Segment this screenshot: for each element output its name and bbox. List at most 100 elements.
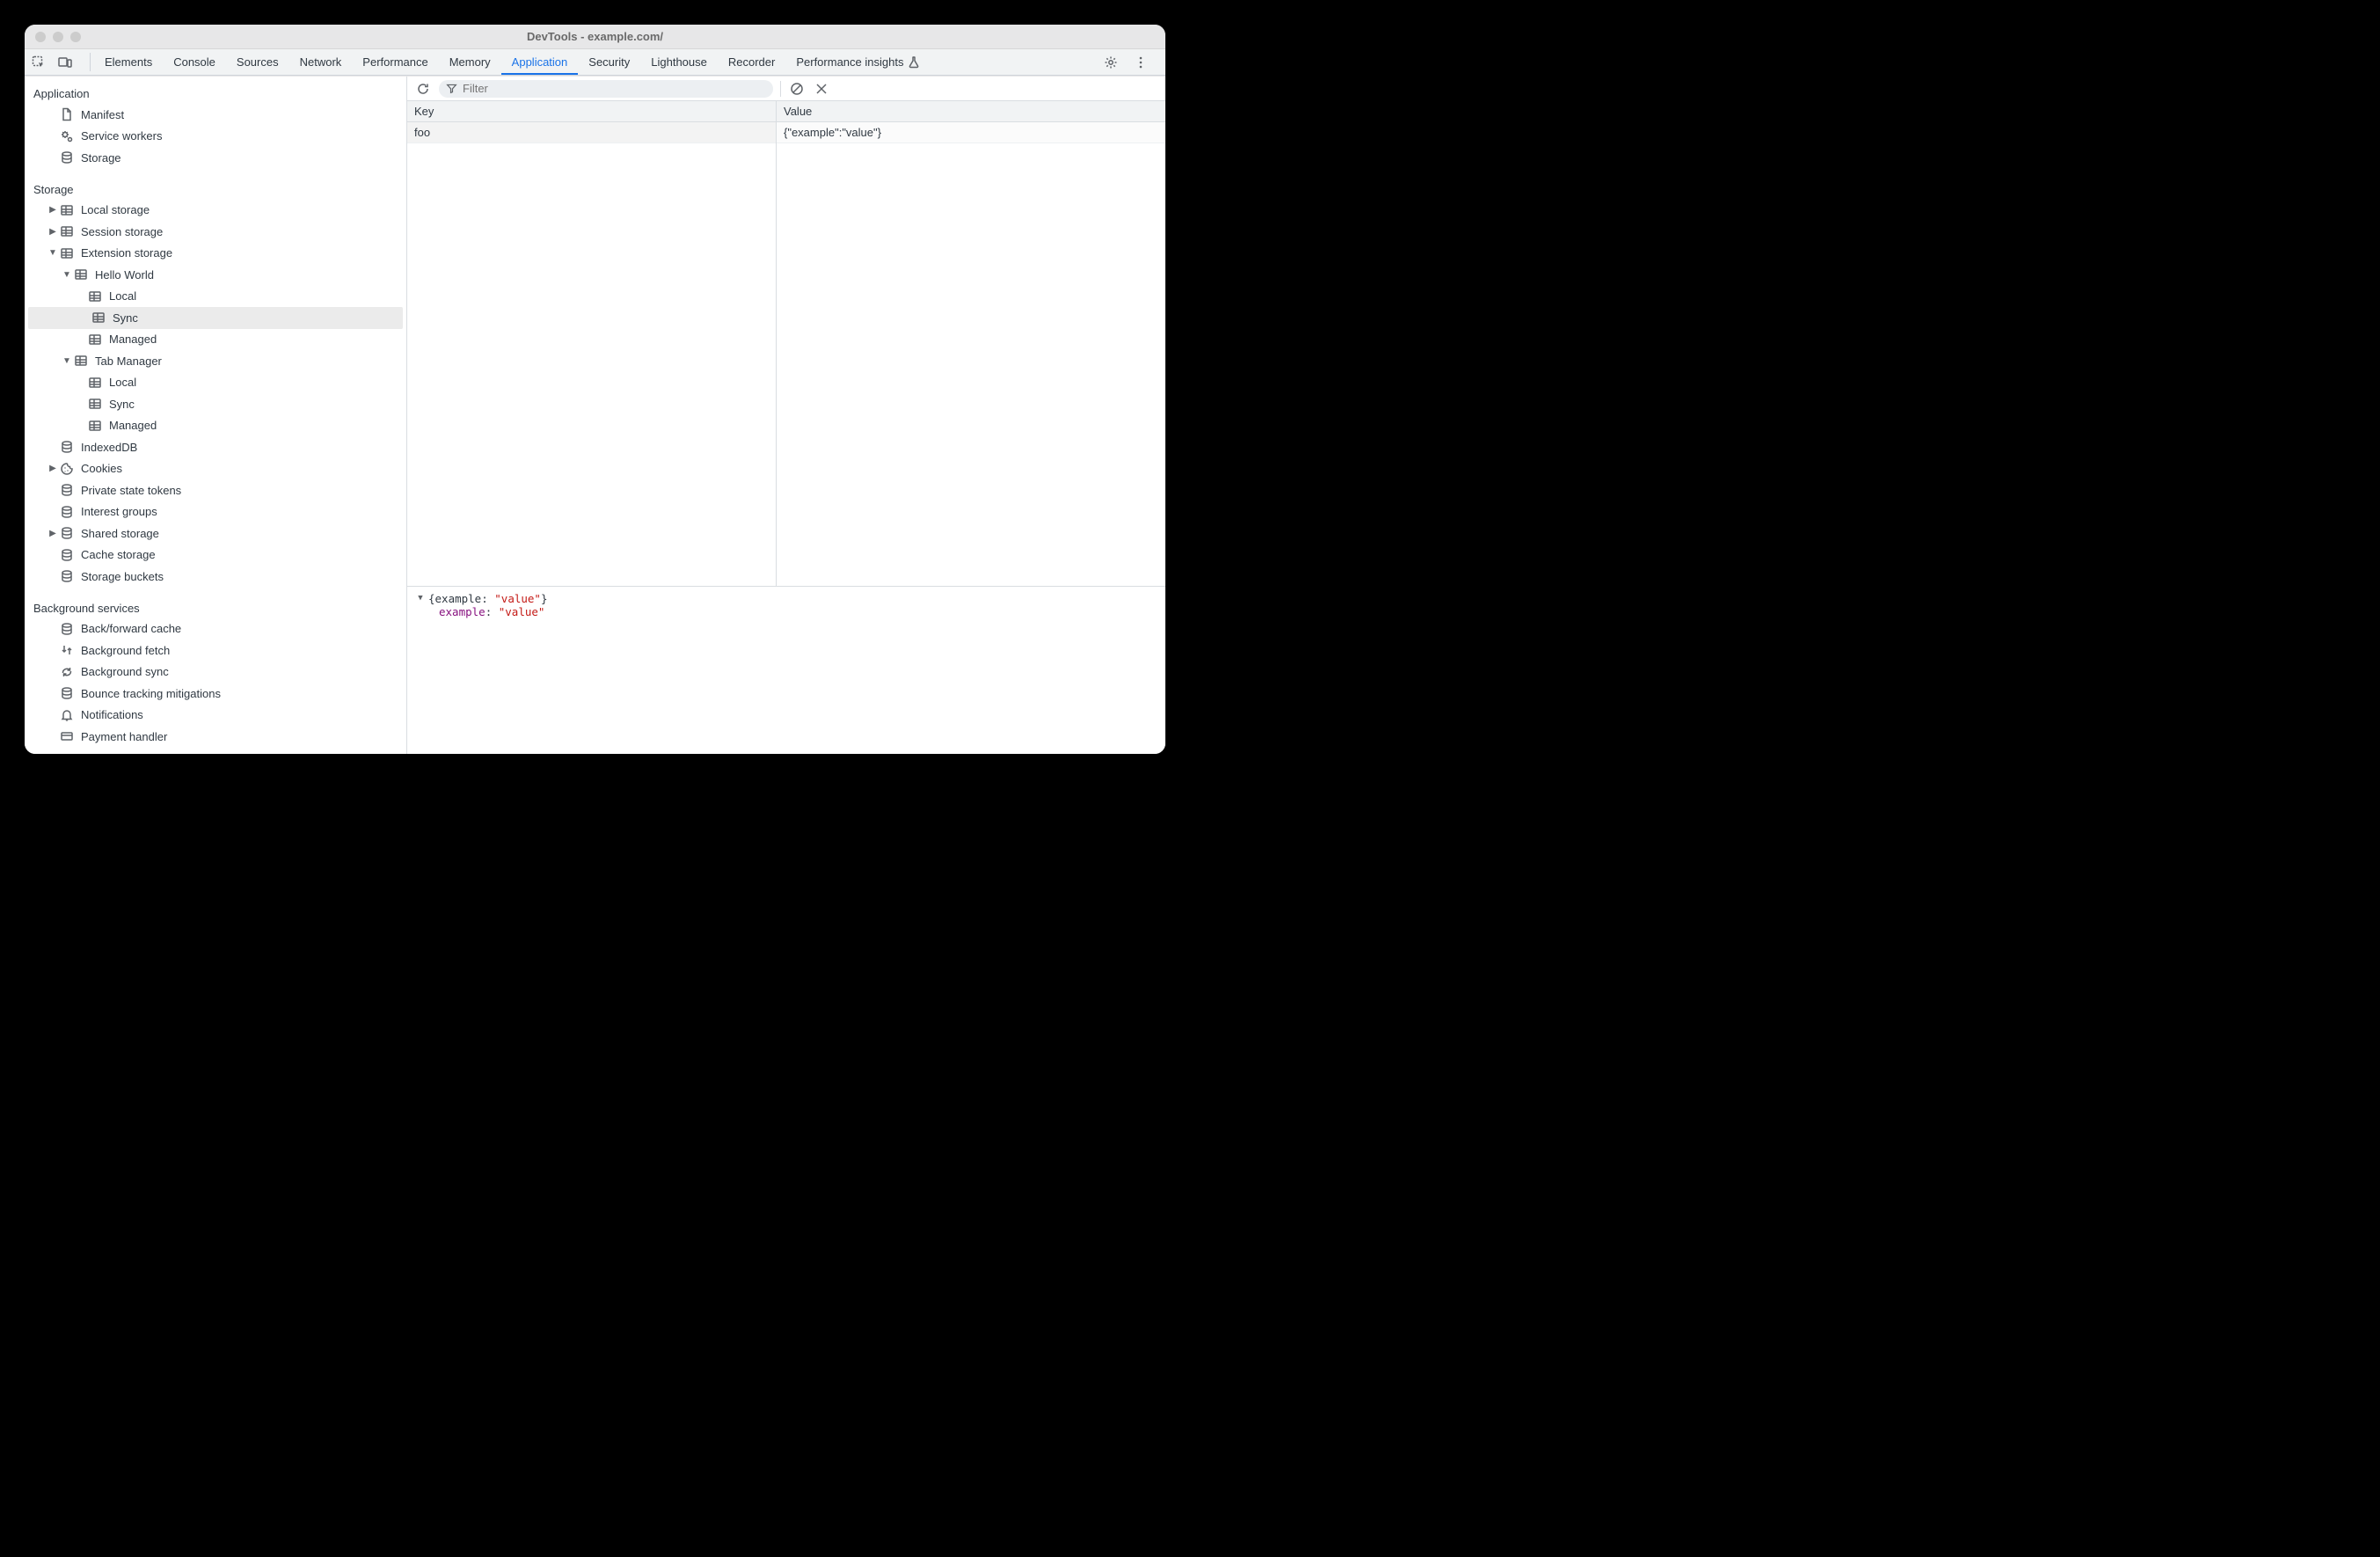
settings-icon[interactable] — [1104, 55, 1118, 69]
sidebar-item-storage-buckets[interactable]: ▶Storage buckets — [25, 566, 406, 588]
sidebar-item-label: Background sync — [81, 665, 399, 678]
sidebar-item-private-state-tokens[interactable]: ▶Private state tokens — [25, 479, 406, 501]
database-icon — [60, 483, 74, 497]
tab-label: Recorder — [728, 55, 775, 69]
tab-network[interactable]: Network — [289, 49, 353, 75]
table-icon — [60, 203, 74, 217]
table-icon — [74, 267, 88, 281]
chevron-right-icon[interactable]: ▶ — [47, 529, 58, 538]
tab-label: Console — [173, 55, 215, 69]
filter-field[interactable] — [439, 80, 773, 98]
delete-selected-button[interactable] — [813, 80, 830, 98]
tab-performance-insights[interactable]: Performance insights — [785, 49, 938, 75]
content-area: Application▶Manifest▶Service workers▶Sto… — [25, 76, 1165, 754]
disclosure-triangle-icon[interactable]: ▼ — [416, 592, 425, 603]
column-header-key[interactable]: Key — [407, 101, 777, 121]
clear-all-button[interactable] — [788, 80, 806, 98]
chevron-right-icon[interactable]: ▶ — [47, 227, 58, 237]
sidebar-item-managed[interactable]: ▶Managed — [25, 415, 406, 437]
sidebar-item-service-workers[interactable]: ▶Service workers — [25, 126, 406, 148]
storage-panel: Key Value foo{"example":"value"} ▼ {exam… — [407, 77, 1165, 754]
more-menu-icon[interactable] — [1134, 55, 1148, 69]
table-icon — [88, 376, 102, 390]
tab-memory[interactable]: Memory — [439, 49, 501, 75]
sidebar-item-cookies[interactable]: ▶ Cookies — [25, 458, 406, 480]
sidebar-item-managed[interactable]: ▶Managed — [25, 329, 406, 351]
sidebar-item-hello-world[interactable]: ▼Hello World — [25, 264, 406, 286]
sidebar-item-payment-handler[interactable]: ▶Payment handler — [25, 726, 406, 748]
tab-label: Security — [588, 55, 630, 69]
sidebar-item-indexeddb[interactable]: ▶IndexedDB — [25, 436, 406, 458]
device-toolbar-icon[interactable] — [58, 55, 72, 69]
sidebar-item-background-sync[interactable]: ▶Background sync — [25, 662, 406, 683]
sidebar-item-local-storage[interactable]: ▶Local storage — [25, 200, 406, 222]
sidebar-item-label: Cookies — [81, 462, 399, 475]
window-title: DevTools - example.com/ — [25, 30, 1165, 43]
database-icon — [60, 440, 74, 454]
storage-table: Key Value foo{"example":"value"} — [407, 101, 1165, 587]
column-header-value[interactable]: Value — [777, 101, 1165, 121]
sidebar-item-local[interactable]: ▶Local — [25, 372, 406, 394]
sidebar-section-title: Background services — [25, 596, 406, 618]
tab-recorder[interactable]: Recorder — [718, 49, 785, 75]
tab-application[interactable]: Application — [501, 49, 579, 75]
sidebar-item-label: Managed — [109, 333, 399, 346]
tab-lighthouse[interactable]: Lighthouse — [640, 49, 718, 75]
refresh-button[interactable] — [414, 80, 432, 98]
sidebar-item-interest-groups[interactable]: ▶Interest groups — [25, 501, 406, 523]
sidebar-item-back-forward-cache[interactable]: ▶Back/forward cache — [25, 618, 406, 640]
tab-sources[interactable]: Sources — [226, 49, 289, 75]
tab-performance[interactable]: Performance — [352, 49, 438, 75]
table-icon — [88, 397, 102, 411]
chevron-down-icon[interactable]: ▼ — [47, 248, 58, 258]
tab-security[interactable]: Security — [578, 49, 640, 75]
detail-summary-line[interactable]: ▼ {example: "value"} — [416, 592, 1157, 605]
sidebar-item-label: Notifications — [81, 708, 399, 721]
sidebar-item-label: Cache storage — [81, 548, 399, 561]
sidebar-item-bounce-tracking-mitigations[interactable]: ▶Bounce tracking mitigations — [25, 683, 406, 705]
tab-console[interactable]: Console — [163, 49, 226, 75]
sidebar-item-label: Local — [109, 376, 399, 389]
sidebar-item-label: Bounce tracking mitigations — [81, 687, 399, 700]
sidebar-item-label: Sync — [109, 398, 399, 411]
chevron-right-icon[interactable]: ▶ — [47, 464, 58, 473]
tab-label: Application — [512, 55, 568, 69]
sidebar-item-label: Back/forward cache — [81, 622, 399, 635]
detail-property-line[interactable]: example: "value" — [416, 605, 1157, 618]
cell-value[interactable]: {"example":"value"} — [777, 122, 1165, 143]
sidebar-item-tab-manager[interactable]: ▼Tab Manager — [25, 350, 406, 372]
sidebar-item-label: Private state tokens — [81, 484, 399, 497]
sidebar-item-sync[interactable]: ▶Sync — [28, 307, 403, 329]
cookie-icon — [60, 462, 74, 476]
sidebar-item-sync[interactable]: ▶Sync — [25, 393, 406, 415]
database-icon — [60, 548, 74, 562]
sidebar-item-notifications[interactable]: ▶Notifications — [25, 705, 406, 727]
sidebar-item-manifest[interactable]: ▶Manifest — [25, 104, 406, 126]
database-icon — [60, 569, 74, 583]
tab-label: Sources — [237, 55, 279, 69]
table-row[interactable]: foo{"example":"value"} — [407, 122, 1165, 143]
sidebar-item-label: Shared storage — [81, 527, 399, 540]
filter-icon — [446, 83, 457, 94]
inspect-element-icon[interactable] — [32, 55, 46, 69]
sidebar-item-cache-storage[interactable]: ▶Cache storage — [25, 545, 406, 567]
sidebar-item-label: Payment handler — [81, 730, 399, 743]
sidebar-item-storage[interactable]: ▶Storage — [25, 147, 406, 169]
sidebar-item-extension-storage[interactable]: ▼Extension storage — [25, 243, 406, 265]
transfer-icon — [60, 643, 74, 657]
tab-label: Memory — [449, 55, 491, 69]
tab-label: Elements — [105, 55, 152, 69]
sidebar-item-session-storage[interactable]: ▶Session storage — [25, 221, 406, 243]
sidebar-item-local[interactable]: ▶Local — [25, 286, 406, 308]
value-detail-pane: ▼ {example: "value"} example: "value" — [407, 587, 1165, 754]
sidebar-item-shared-storage[interactable]: ▶ Shared storage — [25, 523, 406, 545]
filter-input[interactable] — [463, 82, 766, 95]
cell-key[interactable]: foo — [407, 122, 777, 143]
chevron-down-icon[interactable]: ▼ — [62, 356, 72, 366]
chevron-right-icon[interactable]: ▶ — [47, 205, 58, 215]
chevron-down-icon[interactable]: ▼ — [62, 270, 72, 280]
tab-elements[interactable]: Elements — [94, 49, 163, 75]
database-icon — [60, 622, 74, 636]
table-icon — [91, 311, 106, 325]
sidebar-item-background-fetch[interactable]: ▶Background fetch — [25, 640, 406, 662]
